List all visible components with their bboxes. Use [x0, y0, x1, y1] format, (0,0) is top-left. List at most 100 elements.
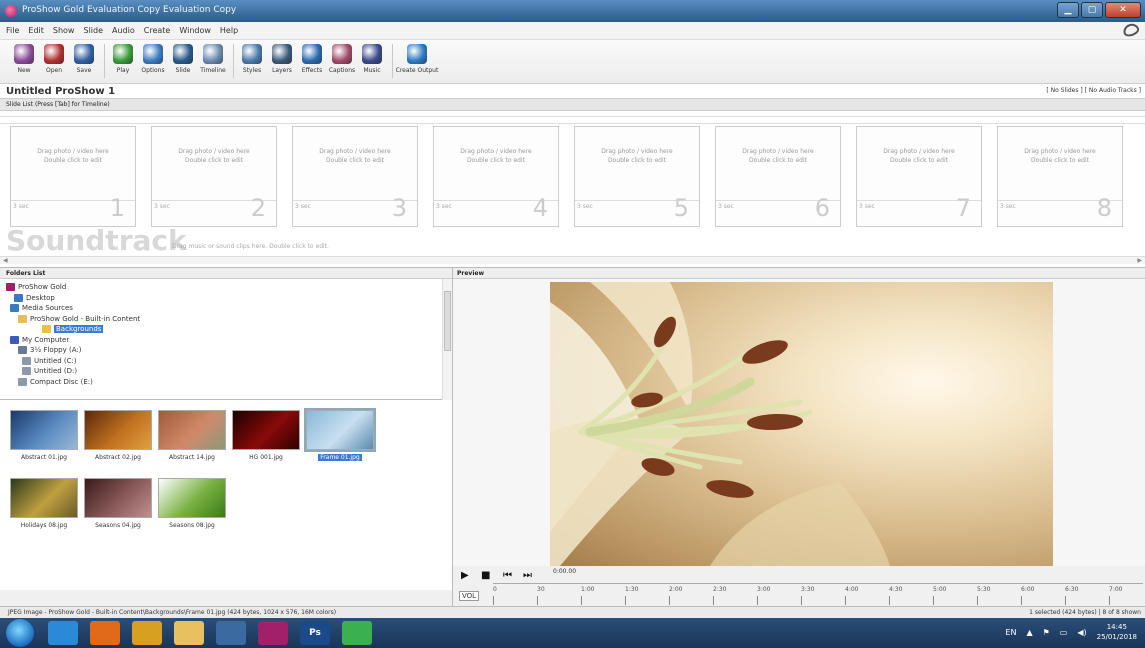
minimize-button[interactable]: ▁: [1057, 2, 1079, 18]
thumbnail-item[interactable]: Abstract 14.jpg: [158, 410, 226, 461]
folders-scrollbar[interactable]: [442, 279, 452, 400]
network-icon[interactable]: ▭: [1060, 628, 1068, 637]
play-control-icon[interactable]: ▶: [461, 570, 469, 581]
create-output-button[interactable]: Create Output: [396, 44, 438, 74]
timeline-tick-label: 1:00: [581, 586, 595, 593]
slide-slot-2[interactable]: Drag photo / video here Double click to e…: [151, 126, 277, 227]
thumbnail-item[interactable]: Seasons 04.jpg: [84, 478, 152, 529]
slide-list[interactable]: Drag photo / video here Double click to e…: [0, 111, 1145, 268]
soundtrack-hint[interactable]: Drag music or sound clips here. Double c…: [172, 243, 329, 250]
photoshop-taskbar-icon[interactable]: Ps: [300, 621, 330, 645]
slide-duration[interactable]: 3 sec: [13, 203, 29, 210]
thumbnail-item[interactable]: HG 001.jpg: [232, 410, 300, 461]
thumbnail-item[interactable]: Abstract 02.jpg: [84, 410, 152, 461]
maximize-button[interactable]: ▢: [1081, 2, 1103, 18]
folder-item[interactable]: Desktop: [14, 293, 55, 303]
slide-duration[interactable]: 3 sec: [436, 203, 452, 210]
folder-item[interactable]: Untitled (D:): [22, 366, 77, 376]
flag-icon[interactable]: ⚑: [1043, 628, 1050, 637]
line-taskbar-icon[interactable]: [342, 621, 372, 645]
previous-control-icon[interactable]: ⏮: [503, 570, 512, 581]
menu-create[interactable]: Create: [144, 26, 171, 35]
timeline-tick-label: 6:30: [1065, 586, 1079, 593]
start-button[interactable]: [6, 619, 34, 647]
slide-duration[interactable]: 3 sec: [295, 203, 311, 210]
slide-slot-1[interactable]: Drag photo / video here Double click to e…: [10, 126, 136, 227]
volume-icon[interactable]: ◀): [1077, 628, 1086, 637]
folder-item[interactable]: ProShow Gold - Built-in Content: [18, 314, 140, 324]
tray-arrow-icon[interactable]: ▲: [1026, 628, 1032, 637]
proshow-taskbar-icon[interactable]: [258, 621, 288, 645]
save-button[interactable]: Save: [70, 44, 98, 74]
options-button[interactable]: Options: [139, 44, 167, 74]
system-tray: EN ▲ ⚑ ▭ ◀) 14:45 25/01/2018: [1005, 622, 1137, 642]
thumbnail-item[interactable]: Seasons 08.jpg: [158, 478, 226, 529]
folder-item[interactable]: 3½ Floppy (A:): [18, 345, 81, 355]
open-button[interactable]: Open: [40, 44, 68, 74]
timeline-scale[interactable]: 0 30 1:00 1:30 2:00 2:30 3:00 3:30 4:00 4:30 5:00 5…: [493, 583, 1143, 605]
window-titlebar[interactable]: ProShow Gold Evaluation Copy Evaluation …: [0, 0, 1145, 22]
folder-item[interactable]: My Computer: [10, 335, 69, 345]
timeline-button[interactable]: Timeline: [199, 44, 227, 74]
slide-number: 6: [814, 194, 830, 222]
status-right: 1 selected (424 bytes) | 8 of 8 shown: [1029, 609, 1141, 616]
stop-control-icon[interactable]: ■: [481, 570, 490, 581]
styles-button[interactable]: Styles: [238, 44, 266, 74]
chrome-taskbar-icon[interactable]: [132, 621, 162, 645]
slide-dblclick-text: Double click to edit: [608, 157, 666, 164]
slide-duration[interactable]: 3 sec: [577, 203, 593, 210]
menu-file[interactable]: File: [6, 26, 19, 35]
thumbnail-caption-text: Abstract 14.jpg: [169, 454, 215, 461]
slide-duration[interactable]: 3 sec: [718, 203, 734, 210]
menu-edit[interactable]: Edit: [28, 26, 44, 35]
slide-duration[interactable]: 3 sec: [859, 203, 875, 210]
play-button[interactable]: Play: [109, 44, 137, 74]
slide-list-scrollbar[interactable]: ◀ ▶: [0, 256, 1145, 264]
menu-show[interactable]: Show: [53, 26, 75, 35]
new-button[interactable]: New: [10, 44, 38, 74]
internet-explorer-taskbar-icon[interactable]: [48, 621, 78, 645]
menu-window[interactable]: Window: [179, 26, 211, 35]
media-player-taskbar-icon[interactable]: [90, 621, 120, 645]
slide-number: 7: [955, 194, 971, 222]
language-indicator[interactable]: EN: [1005, 628, 1016, 637]
clock[interactable]: 14:45 25/01/2018: [1097, 622, 1137, 642]
volume-button[interactable]: VOL: [459, 591, 480, 601]
slide-slot-6[interactable]: Drag photo / video here Double click to e…: [715, 126, 841, 227]
slide-slot-5[interactable]: Drag photo / video here Double click to e…: [574, 126, 700, 227]
slide-slot-4[interactable]: Drag photo / video here Double click to e…: [433, 126, 559, 227]
folder-item[interactable]: Compact Disc (E:): [18, 377, 93, 387]
timeline-tick-label: 0: [493, 586, 497, 593]
folder-item[interactable]: Untitled (C:): [22, 356, 77, 366]
slide-slot-7[interactable]: Drag photo / video here Double click to e…: [856, 126, 982, 227]
slide-button[interactable]: Slide: [169, 44, 197, 74]
menu-audio[interactable]: Audio: [112, 26, 135, 35]
captions-button[interactable]: Captions: [328, 44, 356, 74]
slide-slot-3[interactable]: Drag photo / video here Double click to e…: [292, 126, 418, 227]
timeline-tick-mark: [801, 596, 802, 605]
scroll-left-icon[interactable]: ◀: [3, 257, 8, 264]
folder-item[interactable]: Media Sources: [10, 303, 73, 313]
folder-label: My Computer: [22, 335, 70, 344]
menu-help[interactable]: Help: [220, 26, 238, 35]
thumbnail-item[interactable]: Abstract 01.jpg: [10, 410, 78, 461]
effects-button[interactable]: Effects: [298, 44, 326, 74]
scroll-right-icon[interactable]: ▶: [1137, 257, 1142, 264]
scroll-thumb[interactable]: [444, 291, 451, 351]
close-button[interactable]: ✕: [1105, 2, 1141, 18]
slide-duration[interactable]: 3 sec: [1000, 203, 1016, 210]
thumbnail-item[interactable]: Frame 01.jpg: [304, 408, 376, 461]
folder-item[interactable]: Backgrounds: [42, 324, 104, 334]
thumbnail-item[interactable]: Holidays 08.jpg: [10, 478, 78, 529]
next-control-icon[interactable]: ⏭: [523, 570, 532, 581]
document-app-taskbar-icon[interactable]: [216, 621, 246, 645]
folder-item[interactable]: ProShow Gold: [6, 282, 66, 292]
slide-dblclick-text: Double click to edit: [44, 157, 102, 164]
music-button[interactable]: Music: [358, 44, 386, 74]
show-name[interactable]: Untitled ProShow 1: [6, 86, 115, 97]
slide-duration[interactable]: 3 sec: [154, 203, 170, 210]
explorer-taskbar-icon[interactable]: [174, 621, 204, 645]
layers-button[interactable]: Layers: [268, 44, 296, 74]
slide-slot-8[interactable]: Drag photo / video here Double click to e…: [997, 126, 1123, 227]
menu-slide[interactable]: Slide: [83, 26, 103, 35]
